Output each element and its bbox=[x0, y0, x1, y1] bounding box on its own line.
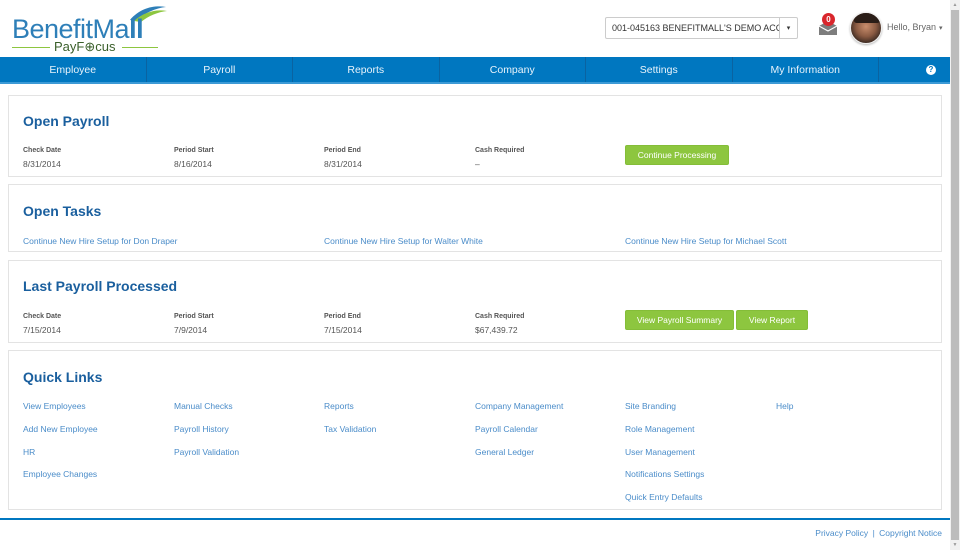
account-select[interactable]: 001-045163 BENEFITMALL'S DEMO ACCOUNT ▾ bbox=[605, 17, 798, 39]
quick-link[interactable]: Payroll Calendar bbox=[475, 424, 538, 434]
quick-link[interactable]: HR bbox=[23, 447, 35, 457]
quick-link[interactable]: Company Management bbox=[475, 401, 563, 411]
period-start-field: Period Start 7/9/2014 bbox=[174, 313, 214, 335]
quick-link[interactable]: Add New Employee bbox=[23, 424, 98, 434]
period-end-field: Period End 7/15/2014 bbox=[324, 313, 362, 335]
last-payroll-panel: Last Payroll Processed Check Date 7/15/2… bbox=[8, 260, 942, 343]
quick-link[interactable]: Help bbox=[776, 401, 793, 411]
cash-required-field: Cash Required $67,439.72 bbox=[475, 313, 525, 335]
quick-links-panel: Quick Links View Employees Add New Employ… bbox=[8, 350, 942, 510]
quick-link[interactable]: Notifications Settings bbox=[625, 469, 704, 479]
footer-separator: | bbox=[872, 528, 875, 538]
header: BenefitMall PayF⊕cus 001-045163 BENEFITM… bbox=[0, 0, 950, 56]
check-date-field: Check Date 8/31/2014 bbox=[23, 147, 62, 169]
quick-link[interactable]: Tax Validation bbox=[324, 424, 376, 434]
user-menu[interactable]: Hello, Bryan ▾ bbox=[887, 22, 943, 32]
nav-company[interactable]: Company bbox=[440, 57, 586, 82]
quick-link[interactable]: Manual Checks bbox=[174, 401, 233, 411]
help-icon[interactable]: ? bbox=[926, 64, 936, 75]
quick-link[interactable]: Role Management bbox=[625, 424, 694, 434]
quick-link[interactable]: Quick Entry Defaults bbox=[625, 492, 702, 502]
quick-link[interactable]: Payroll History bbox=[174, 424, 229, 434]
caret-down-icon: ▾ bbox=[939, 25, 943, 32]
footer-divider bbox=[0, 518, 950, 520]
greeting-text: Hello, Bryan bbox=[887, 22, 937, 32]
scroll-up-arrow-icon[interactable]: ▲ bbox=[950, 0, 960, 10]
quick-link[interactable]: User Management bbox=[625, 447, 695, 457]
nav-reports[interactable]: Reports bbox=[293, 57, 440, 82]
nav-help[interactable]: ? bbox=[879, 57, 950, 82]
page: BenefitMall PayF⊕cus 001-045163 BENEFITM… bbox=[0, 0, 950, 550]
quick-link[interactable]: General Ledger bbox=[475, 447, 534, 457]
vertical-scrollbar[interactable]: ▲ ▼ bbox=[950, 0, 960, 550]
scroll-down-arrow-icon[interactable]: ▼ bbox=[950, 540, 960, 550]
quick-link[interactable]: Site Branding bbox=[625, 401, 676, 411]
open-payroll-panel: Open Payroll Check Date 8/31/2014 Period… bbox=[8, 95, 942, 177]
last-payroll-title: Last Payroll Processed bbox=[23, 278, 178, 294]
view-payroll-summary-button[interactable]: View Payroll Summary bbox=[625, 310, 734, 330]
quick-link[interactable]: Employee Changes bbox=[23, 469, 97, 479]
open-payroll-title: Open Payroll bbox=[23, 113, 110, 129]
period-end-field: Period End 8/31/2014 bbox=[324, 147, 362, 169]
nav-settings[interactable]: Settings bbox=[586, 57, 733, 82]
benefitmall-payfocus-logo[interactable]: BenefitMall PayF⊕cus bbox=[10, 4, 170, 54]
task-link[interactable]: Continue New Hire Setup for Michael Scot… bbox=[625, 236, 787, 246]
notification-badge: 0 bbox=[822, 13, 835, 26]
continue-processing-button[interactable]: Continue Processing bbox=[625, 145, 729, 165]
main-nav: Employee Payroll Reports Company Setting… bbox=[0, 57, 950, 84]
quick-link[interactable]: Reports bbox=[324, 401, 354, 411]
privacy-policy-link[interactable]: Privacy Policy bbox=[815, 528, 868, 538]
quick-links-title: Quick Links bbox=[23, 369, 103, 385]
user-avatar[interactable] bbox=[850, 12, 882, 44]
footer-links: Privacy Policy | Copyright Notice bbox=[815, 528, 942, 538]
chevron-down-icon[interactable]: ▾ bbox=[779, 18, 797, 38]
nav-employee[interactable]: Employee bbox=[0, 57, 147, 82]
copyright-notice-link[interactable]: Copyright Notice bbox=[879, 528, 942, 538]
open-tasks-title: Open Tasks bbox=[23, 203, 102, 219]
task-link[interactable]: Continue New Hire Setup for Walter White bbox=[324, 236, 483, 246]
period-start-field: Period Start 8/16/2014 bbox=[174, 147, 214, 169]
logo-rule-left bbox=[12, 47, 50, 48]
account-select-value: 001-045163 BENEFITMALL'S DEMO ACCOUNT bbox=[612, 23, 779, 33]
nav-payroll[interactable]: Payroll bbox=[147, 57, 293, 82]
open-tasks-panel: Open Tasks Continue New Hire Setup for D… bbox=[8, 184, 942, 252]
task-link[interactable]: Continue New Hire Setup for Don Draper bbox=[23, 236, 178, 246]
quick-link[interactable]: View Employees bbox=[23, 401, 86, 411]
view-report-button[interactable]: View Report bbox=[736, 310, 808, 330]
logo-subtitle: PayF⊕cus bbox=[54, 39, 116, 54]
scrollbar-thumb[interactable] bbox=[951, 10, 959, 540]
check-date-field: Check Date 7/15/2014 bbox=[23, 313, 62, 335]
logo-rule-right bbox=[122, 47, 158, 48]
quick-link[interactable]: Payroll Validation bbox=[174, 447, 239, 457]
cash-required-field: Cash Required – bbox=[475, 147, 525, 169]
nav-my-information[interactable]: My Information bbox=[733, 57, 879, 82]
